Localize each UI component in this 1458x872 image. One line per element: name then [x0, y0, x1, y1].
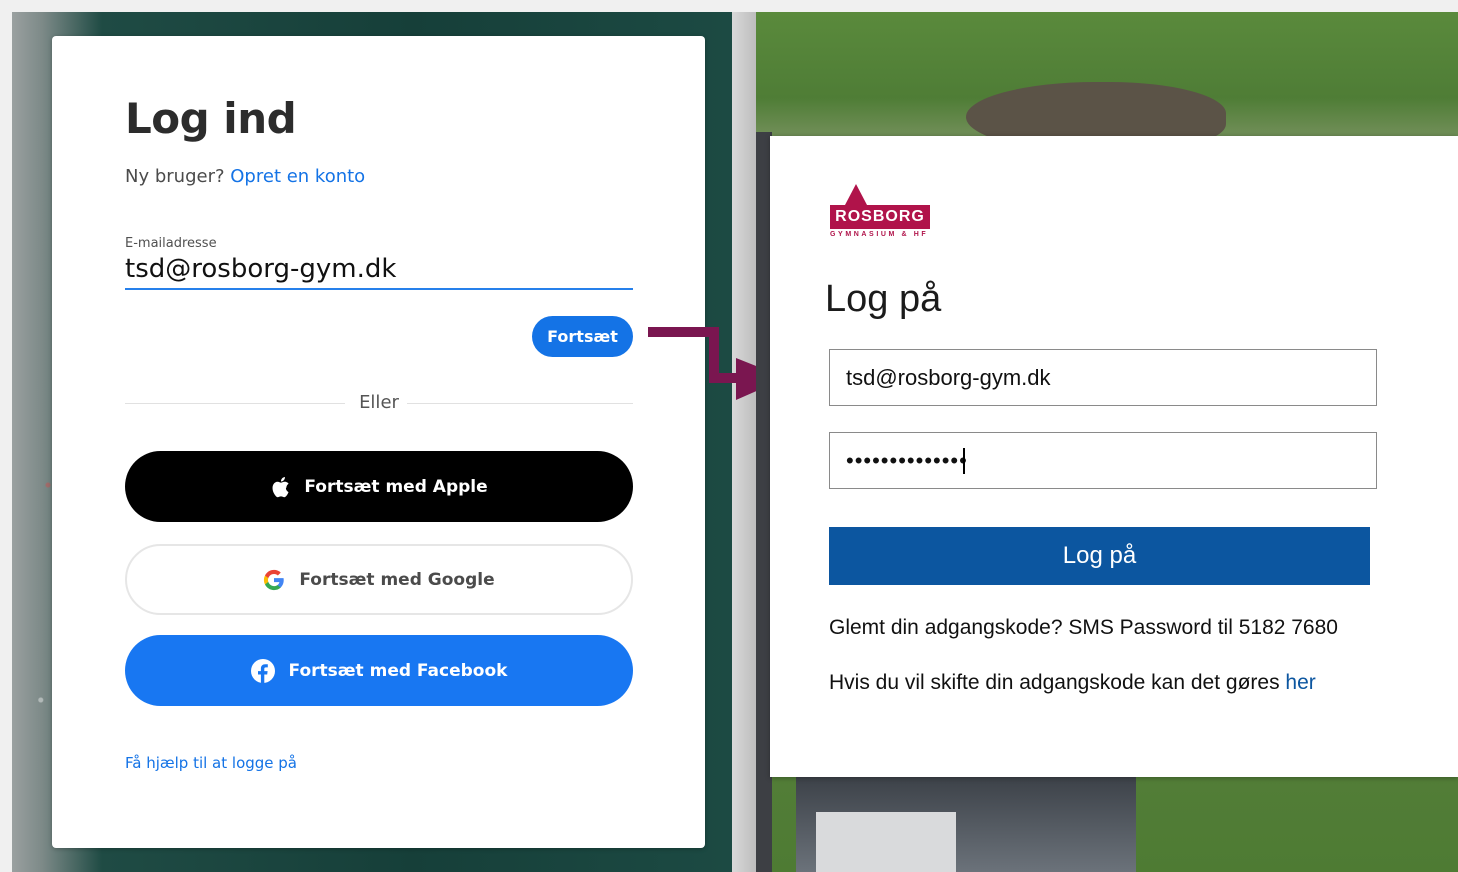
- create-account-link[interactable]: Opret en konto: [230, 166, 365, 187]
- continue-button[interactable]: Fortsæt: [532, 316, 633, 357]
- adobe-page-title: Log ind: [125, 94, 297, 143]
- email-label: E-mailadresse: [125, 236, 217, 251]
- rosborg-logo: ROSBORG: [830, 205, 930, 229]
- facebook-icon: [250, 658, 275, 683]
- change-password-line: Hvis du vil skifte din adgangskode kan d…: [829, 671, 1316, 695]
- google-login-button[interactable]: Fortsæt med Google: [125, 544, 633, 615]
- rosborg-logo-subtitle: GYMNASIUM & HF: [830, 231, 929, 238]
- email-field[interactable]: [125, 250, 633, 290]
- password-field[interactable]: [829, 432, 1377, 489]
- help-link[interactable]: Få hjælp til at logge på: [125, 754, 297, 772]
- change-password-text: Hvis du vil skifte din adgangskode kan d…: [829, 671, 1280, 694]
- change-password-link[interactable]: her: [1285, 671, 1315, 694]
- or-divider: Eller: [125, 392, 633, 416]
- facebook-login-button[interactable]: Fortsæt med Facebook: [125, 635, 633, 706]
- google-icon: [263, 569, 285, 591]
- separator-strip: [732, 12, 756, 872]
- text-caret: [963, 448, 965, 474]
- adobe-login-card: Log ind Ny bruger? Opret en konto E-mail…: [52, 36, 705, 848]
- username-field[interactable]: [829, 349, 1377, 406]
- apple-button-label: Fortsæt med Apple: [304, 476, 488, 497]
- rosborg-logo-triangle-icon: [845, 184, 867, 205]
- new-user-line: Ny bruger? Opret en konto: [125, 166, 365, 187]
- apple-login-button[interactable]: Fortsæt med Apple: [125, 451, 633, 522]
- rosborg-login-card: ROSBORG GYMNASIUM & HF Log på Log på Gle…: [770, 136, 1458, 777]
- facebook-button-label: Fortsæt med Facebook: [288, 660, 508, 681]
- divider-line-right: [407, 403, 633, 404]
- building-facade: [816, 812, 956, 872]
- google-button-label: Fortsæt med Google: [299, 569, 495, 590]
- apple-icon: [270, 476, 290, 498]
- forgot-password-text: Glemt din adgangskode? SMS Password til …: [829, 616, 1338, 639]
- rosborg-page-title: Log på: [825, 278, 942, 320]
- sign-in-button[interactable]: Log på: [829, 527, 1370, 585]
- new-user-prefix: Ny bruger?: [125, 166, 225, 187]
